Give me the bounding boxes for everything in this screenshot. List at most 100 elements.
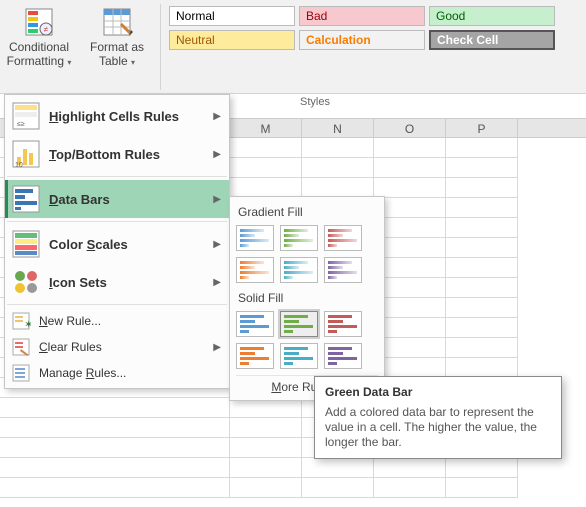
cell[interactable] — [230, 478, 302, 498]
column-header[interactable]: O — [374, 119, 446, 137]
cell[interactable] — [446, 158, 518, 178]
manage-rules-icon — [11, 363, 31, 383]
format-as-table-button[interactable]: Format asTable ▾ — [78, 4, 156, 93]
cell[interactable] — [446, 238, 518, 258]
cell[interactable] — [374, 178, 446, 198]
conditional-formatting-icon: ≠ — [23, 6, 55, 38]
cell[interactable] — [374, 458, 446, 478]
cell[interactable] — [446, 278, 518, 298]
menu-item-label: Icon Sets — [49, 275, 213, 290]
dropdown-arrow-icon: ▾ — [67, 58, 71, 67]
cell[interactable] — [446, 458, 518, 478]
cell[interactable] — [446, 358, 518, 378]
svg-text:10: 10 — [15, 162, 23, 169]
menu-top-bottom-rules[interactable]: 10 Top/Bottom Rules ▶ — [5, 135, 229, 173]
menu-item-label: Clear Rules — [39, 340, 213, 354]
cell[interactable] — [230, 398, 302, 418]
solid-lightblue-swatch[interactable] — [280, 343, 318, 369]
gradient-blue-swatch[interactable] — [236, 225, 274, 251]
gradient-red-swatch[interactable] — [324, 225, 362, 251]
cell[interactable] — [0, 438, 230, 458]
dropdown-arrow-icon: ▾ — [131, 58, 135, 67]
menu-new-rule[interactable]: ✶ New Rule... — [5, 308, 229, 334]
conditional-formatting-button[interactable]: ≠ ConditionalFormatting ▾ — [0, 4, 78, 93]
cell[interactable] — [302, 158, 374, 178]
cell[interactable] — [374, 478, 446, 498]
cell[interactable] — [374, 138, 446, 158]
cell[interactable] — [446, 478, 518, 498]
gradient-orange-swatch[interactable] — [236, 257, 274, 283]
menu-clear-rules[interactable]: Clear Rules ▶ — [5, 334, 229, 360]
solid-green-swatch[interactable] — [280, 311, 318, 337]
cell[interactable] — [230, 458, 302, 478]
submenu-arrow-icon: ▶ — [213, 342, 221, 353]
new-rule-icon: ✶ — [11, 311, 31, 331]
cell[interactable] — [230, 158, 302, 178]
solid-red-swatch[interactable] — [324, 311, 362, 337]
cell[interactable] — [446, 138, 518, 158]
cell[interactable] — [302, 458, 374, 478]
cell[interactable] — [0, 418, 230, 438]
submenu-arrow-icon: ▶ — [213, 149, 221, 160]
data-bars-icon — [11, 184, 41, 214]
cell[interactable] — [0, 478, 230, 498]
format-as-table-icon — [101, 6, 133, 38]
style-calculation[interactable]: Calculation — [299, 30, 425, 50]
menu-item-label: Color Scales — [49, 237, 213, 252]
highlight-cells-icon: ≤≥ — [11, 101, 41, 131]
svg-text:✶: ✶ — [24, 319, 31, 331]
cell[interactable] — [446, 178, 518, 198]
cell[interactable] — [230, 418, 302, 438]
column-header[interactable]: N — [302, 119, 374, 137]
cell[interactable] — [302, 138, 374, 158]
column-header[interactable]: M — [230, 119, 302, 137]
gradient-lightblue-swatch[interactable] — [280, 257, 318, 283]
cell[interactable] — [446, 298, 518, 318]
fat-label-2: Table — [99, 54, 128, 68]
menu-icon-sets[interactable]: Icon Sets ▶ — [5, 263, 229, 301]
submenu-arrow-icon: ▶ — [213, 239, 221, 250]
cf-label-2: Formatting — [7, 54, 64, 68]
data-bars-submenu: Gradient Fill Solid Fill More Rules... — [229, 196, 385, 401]
cell[interactable] — [230, 138, 302, 158]
gradient-row-2 — [236, 257, 378, 283]
menu-item-label: Data Bars — [49, 192, 213, 207]
solid-fill-heading: Solid Fill — [236, 289, 378, 311]
gradient-green-swatch[interactable] — [280, 225, 318, 251]
menu-manage-rules[interactable]: Manage Rules... — [5, 360, 229, 386]
column-header[interactable]: P — [446, 119, 518, 137]
cell[interactable] — [446, 198, 518, 218]
menu-separator — [7, 221, 227, 222]
styles-group-label: Styles — [300, 96, 330, 108]
cell[interactable] — [302, 478, 374, 498]
menu-color-scales[interactable]: Color Scales ▶ — [5, 225, 229, 263]
solid-row-1 — [236, 311, 378, 337]
cell[interactable] — [230, 178, 302, 198]
menu-item-label: Manage Rules... — [39, 366, 221, 380]
cell[interactable] — [446, 318, 518, 338]
cell[interactable] — [230, 438, 302, 458]
gradient-row-1 — [236, 225, 378, 251]
cell[interactable] — [0, 398, 230, 418]
style-good[interactable]: Good — [429, 6, 555, 26]
solid-orange-swatch[interactable] — [236, 343, 274, 369]
cell[interactable] — [446, 218, 518, 238]
tooltip-title: Green Data Bar — [325, 385, 551, 399]
fat-label-1: Format as — [90, 40, 144, 54]
menu-data-bars[interactable]: Data Bars ▶ — [5, 180, 229, 218]
cell[interactable] — [302, 178, 374, 198]
menu-separator — [7, 176, 227, 177]
cell[interactable] — [446, 338, 518, 358]
tooltip-green-data-bar: Green Data Bar Add a colored data bar to… — [314, 376, 562, 459]
cell[interactable] — [0, 458, 230, 478]
cell[interactable] — [374, 158, 446, 178]
solid-blue-swatch[interactable] — [236, 311, 274, 337]
style-bad[interactable]: Bad — [299, 6, 425, 26]
menu-highlight-cells-rules[interactable]: ≤≥ Highlight Cells Rules ▶ — [5, 97, 229, 135]
solid-purple-swatch[interactable] — [324, 343, 362, 369]
style-check-cell[interactable]: Check Cell — [429, 30, 555, 50]
gradient-purple-swatch[interactable] — [324, 257, 362, 283]
cell[interactable] — [446, 258, 518, 278]
style-normal[interactable]: Normal — [169, 6, 295, 26]
style-neutral[interactable]: Neutral — [169, 30, 295, 50]
